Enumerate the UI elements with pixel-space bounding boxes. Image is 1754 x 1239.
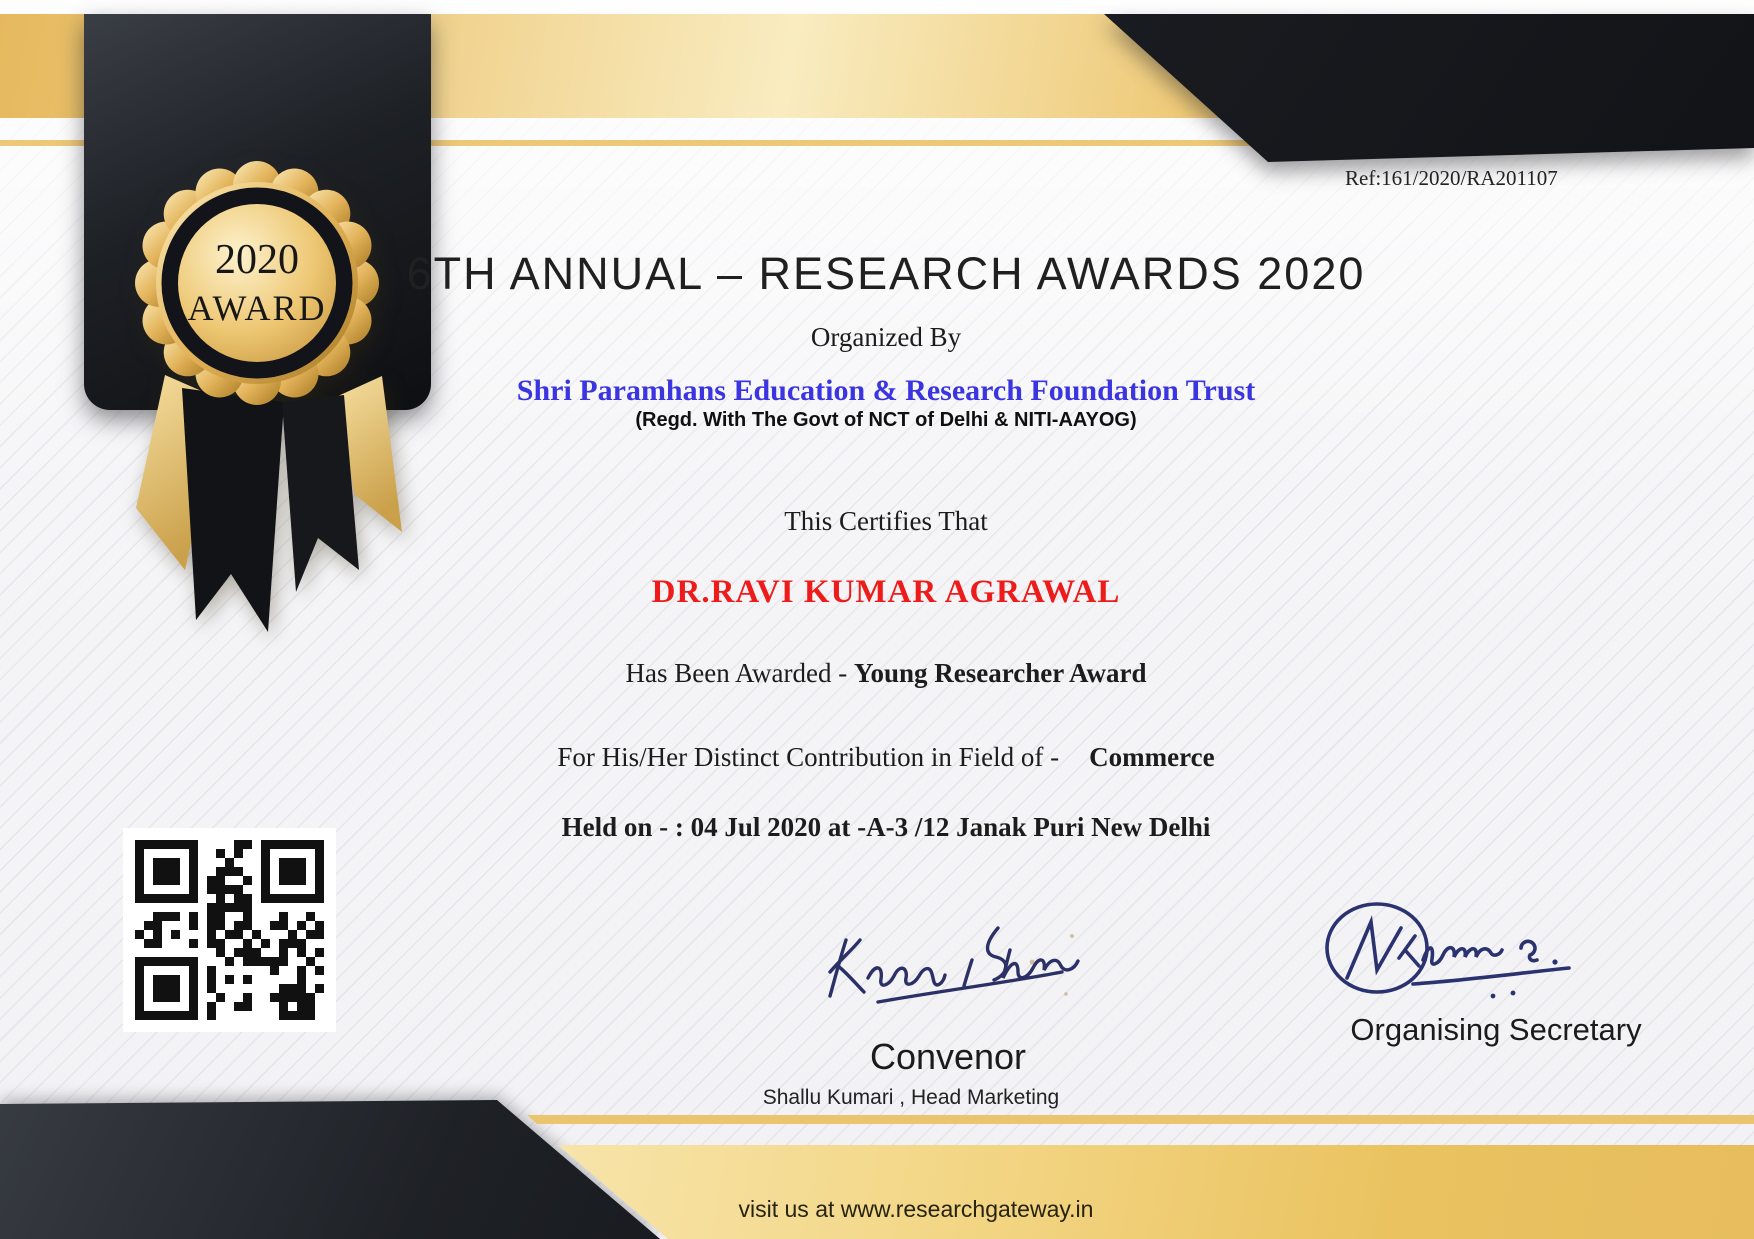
footer-website-text: visit us at www.researchgateway.in xyxy=(716,1196,1116,1223)
registration-note: (Regd. With The Govt of NCT of Delhi & N… xyxy=(86,409,1686,432)
convenor-detail-label: Shallu Kumari , Head Marketing xyxy=(711,1086,1111,1110)
certificate-page: 2020 AWARD Ref:161/2020/RA201107 6TH ANN… xyxy=(0,0,1754,1239)
field-value: Commerce xyxy=(1089,742,1214,772)
organising-secretary-role-label: Organising Secretary xyxy=(1296,1012,1696,1048)
organization-name: Shri Paramhans Education & Research Foun… xyxy=(86,374,1686,408)
convenor-role-label: Convenor xyxy=(798,1036,1098,1078)
organized-by-label: Organized By xyxy=(86,322,1686,353)
certificate-title: 6TH ANNUAL – RESEARCH AWARDS 2020 xyxy=(86,248,1686,300)
recipient-name: DR.RAVI KUMAR AGRAWAL xyxy=(86,574,1686,611)
award-name: Young Researcher Award xyxy=(854,658,1147,688)
certifies-label: This Certifies That xyxy=(86,506,1686,537)
award-line: Has Been Awarded - Young Researcher Awar… xyxy=(86,658,1686,689)
field-line: For His/Her Distinct Contribution in Fie… xyxy=(86,742,1686,773)
signature-convenor xyxy=(820,912,1110,1012)
field-prefix: For His/Her Distinct Contribution in Fie… xyxy=(557,742,1059,772)
award-prefix: Has Been Awarded - xyxy=(626,658,854,688)
qr-code xyxy=(123,828,336,1032)
reference-number: Ref:161/2020/RA201107 xyxy=(1345,166,1558,191)
signature-organising-secretary xyxy=(1315,896,1615,1008)
